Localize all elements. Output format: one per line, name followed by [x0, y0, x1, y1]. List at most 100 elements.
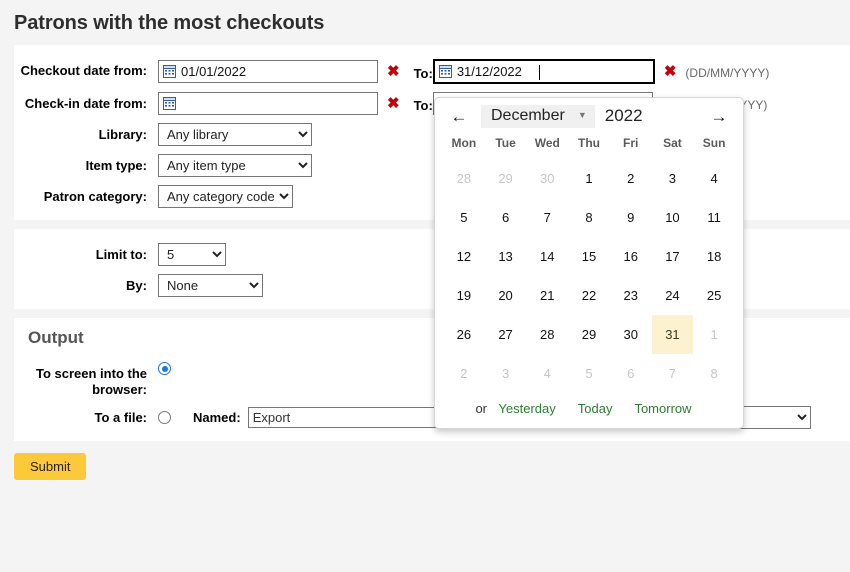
chevron-down-icon: ▼ — [578, 111, 587, 120]
calendar-day[interactable]: 1 — [568, 159, 610, 198]
calendar-day[interactable]: 26 — [443, 315, 485, 354]
checkin-date-label: Check-in date from: — [14, 92, 147, 112]
checkin-date-from-field[interactable] — [181, 94, 373, 113]
month-label: December — [491, 107, 565, 125]
weekday-header: Tue — [485, 134, 527, 159]
calendar-day[interactable]: 6 — [610, 354, 652, 393]
calendar-day[interactable]: 23 — [610, 276, 652, 315]
calendar-day[interactable]: 19 — [443, 276, 485, 315]
to-screen-radio[interactable] — [158, 362, 171, 375]
calendar-day[interactable]: 1 — [693, 315, 735, 354]
limit-to-select[interactable]: 5 — [158, 243, 226, 266]
prev-month-icon[interactable]: ← — [449, 108, 469, 125]
checkout-date-row: Checkout date from: — [14, 59, 850, 84]
weekday-header: Sun — [693, 134, 735, 159]
to-screen-label: To screen into the browser: — [14, 362, 147, 398]
named-input[interactable] — [248, 407, 448, 428]
calendar-day[interactable]: 15 — [568, 237, 610, 276]
by-label: By: — [14, 274, 147, 294]
calendar-day[interactable]: 16 — [610, 237, 652, 276]
calendar-day[interactable]: 4 — [693, 159, 735, 198]
calendar-day[interactable]: 21 — [526, 276, 568, 315]
weekday-header: Wed — [526, 134, 568, 159]
calendar-day-selected[interactable]: 31 — [652, 315, 694, 354]
by-select[interactable]: None — [158, 274, 263, 297]
patron-category-select[interactable]: Any category code — [158, 185, 293, 208]
calendar-day[interactable]: 2 — [443, 354, 485, 393]
calendar-day[interactable]: 28 — [526, 315, 568, 354]
page-title: Patrons with the most checkouts — [0, 0, 850, 45]
month-dropdown[interactable]: December ▼ — [481, 105, 595, 128]
weekday-header: Sat — [652, 134, 694, 159]
datepicker-grid: MonTueWedThuFriSatSun2829301234567891011… — [435, 134, 743, 393]
calendar-day[interactable]: 20 — [485, 276, 527, 315]
clear-checkin-date-from-icon[interactable]: ✖ — [387, 96, 400, 111]
named-label: Named: — [193, 410, 241, 425]
calendar-day[interactable]: 7 — [526, 198, 568, 237]
checkout-to-label: To: — [414, 63, 433, 81]
calendar-icon — [163, 97, 176, 110]
datepicker-header: ← December ▼ 2022 → — [435, 98, 743, 134]
shortcut-today-link[interactable]: Today — [578, 401, 613, 416]
calendar-day[interactable]: 3 — [652, 159, 694, 198]
calendar-day[interactable]: 25 — [693, 276, 735, 315]
library-select[interactable]: Any library — [158, 123, 312, 146]
footer-or-label: or — [475, 401, 487, 416]
checkout-date-from-input[interactable] — [158, 60, 378, 83]
report-page: Patrons with the most checkouts Checkout… — [0, 0, 850, 572]
checkout-date-label: Checkout date from: — [14, 59, 147, 79]
item-type-select[interactable]: Any item type — [158, 154, 312, 177]
calendar-day[interactable]: 22 — [568, 276, 610, 315]
calendar-day[interactable]: 17 — [652, 237, 694, 276]
text-caret — [539, 65, 540, 80]
calendar-day[interactable]: 7 — [652, 354, 694, 393]
patron-category-label: Patron category: — [14, 185, 147, 205]
calendar-day[interactable]: 9 — [610, 198, 652, 237]
calendar-icon — [439, 65, 452, 78]
calendar-day[interactable]: 3 — [485, 354, 527, 393]
calendar-day[interactable]: 2 — [610, 159, 652, 198]
calendar-day[interactable]: 4 — [526, 354, 568, 393]
limit-to-label: Limit to: — [14, 243, 147, 263]
to-file-radio[interactable] — [158, 411, 171, 424]
calendar-day[interactable]: 13 — [485, 237, 527, 276]
shortcut-yesterday-link[interactable]: Yesterday — [498, 401, 555, 416]
weekday-header: Fri — [610, 134, 652, 159]
shortcut-tomorrow-link[interactable]: Tomorrow — [634, 401, 691, 416]
item-type-label: Item type: — [14, 154, 147, 174]
calendar-day[interactable]: 11 — [693, 198, 735, 237]
checkout-date-to-input[interactable] — [433, 59, 655, 84]
datepicker-footer: or Yesterday Today Tomorrow — [435, 393, 743, 424]
weekday-header: Thu — [568, 134, 610, 159]
calendar-day[interactable]: 12 — [443, 237, 485, 276]
calendar-day[interactable]: 30 — [610, 315, 652, 354]
calendar-day[interactable]: 24 — [652, 276, 694, 315]
clear-checkout-date-to-icon[interactable]: ✖ — [664, 64, 677, 79]
submit-button[interactable]: Submit — [14, 453, 86, 480]
calendar-day[interactable]: 29 — [568, 315, 610, 354]
calendar-day[interactable]: 28 — [443, 159, 485, 198]
calendar-icon — [163, 65, 176, 78]
calendar-day[interactable]: 10 — [652, 198, 694, 237]
calendar-day[interactable]: 27 — [485, 315, 527, 354]
library-label: Library: — [14, 123, 147, 143]
calendar-day[interactable]: 8 — [693, 354, 735, 393]
calendar-day[interactable]: 5 — [443, 198, 485, 237]
calendar-day[interactable]: 5 — [568, 354, 610, 393]
calendar-day[interactable]: 8 — [568, 198, 610, 237]
year-label: 2022 — [605, 106, 643, 126]
calendar-day[interactable]: 29 — [485, 159, 527, 198]
calendar-day[interactable]: 18 — [693, 237, 735, 276]
calendar-day[interactable]: 14 — [526, 237, 568, 276]
to-file-label: To a file: — [14, 410, 147, 426]
clear-checkout-date-from-icon[interactable]: ✖ — [387, 64, 400, 79]
calendar-day[interactable]: 30 — [526, 159, 568, 198]
next-month-icon[interactable]: → — [709, 108, 729, 125]
datepicker-popup: ← December ▼ 2022 → MonTueWedThuFriSatSu… — [434, 97, 744, 429]
checkin-date-from-input[interactable] — [158, 92, 378, 115]
checkout-date-from-field[interactable] — [181, 62, 373, 81]
checkin-to-label: To: — [414, 95, 433, 113]
calendar-day[interactable]: 6 — [485, 198, 527, 237]
checkout-date-to-field[interactable] — [457, 62, 649, 81]
checkout-date-format-hint: (DD/MM/YYYY) — [685, 63, 769, 80]
